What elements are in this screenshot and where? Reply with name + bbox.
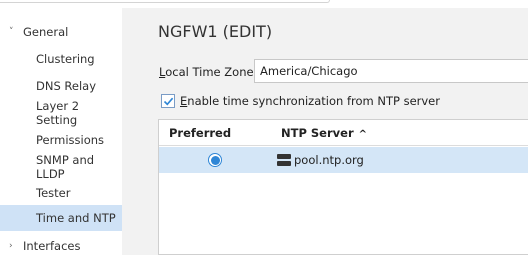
checkmark-icon: [163, 97, 173, 105]
timezone-field[interactable]: America/Chicago: [254, 59, 528, 83]
search-field-edge: [0, 0, 330, 3]
page-title: NGFW1 (EDIT): [158, 22, 273, 41]
column-header-ntp-server[interactable]: NTP Server ^: [281, 126, 367, 140]
sidebar-group-interfaces[interactable]: › Interfaces: [0, 233, 122, 255]
server-icon: [277, 154, 291, 166]
sidebar-item-label: Layer 2 Setting: [36, 99, 80, 127]
column-header-label: NTP Server: [281, 126, 354, 140]
ntp-sync-label-text: nable time synchronization from NTP serv…: [187, 94, 440, 108]
ntp-sync-option[interactable]: Enable time synchronization from NTP ser…: [161, 94, 440, 108]
sidebar: ˅ General Clustering DNS Relay Layer 2 S…: [0, 8, 122, 255]
panel-divider: [122, 8, 142, 255]
timezone-label: Local Time Zone:: [159, 65, 257, 79]
table-header: Preferred NTP Server ^: [159, 120, 528, 146]
sidebar-group-label: General: [23, 25, 69, 39]
top-search-strip: [0, 0, 528, 8]
timezone-label-text: ocal Time Zone:: [165, 65, 258, 79]
sidebar-item-label: DNS Relay: [36, 79, 97, 93]
sidebar-item-label: Permissions: [36, 133, 105, 147]
sidebar-item-label: SNMP and LLDP: [36, 153, 95, 181]
preferred-radio[interactable]: [208, 153, 222, 167]
ntp-sync-label: Enable time synchronization from NTP ser…: [180, 94, 440, 108]
ntp-server-table: Preferred NTP Server ^ pool.ntp.org: [158, 119, 528, 255]
sidebar-item-dns-relay[interactable]: DNS Relay: [0, 73, 122, 99]
column-header-preferred[interactable]: Preferred: [169, 126, 231, 140]
sidebar-item-label: Time and NTP: [36, 211, 116, 225]
sidebar-item-layer2-setting[interactable]: Layer 2 Setting: [0, 99, 122, 127]
sidebar-item-snmp-lldp[interactable]: SNMP and LLDP: [0, 153, 122, 181]
sidebar-group-general[interactable]: ˅ General: [0, 19, 122, 45]
sidebar-group-label: Interfaces: [23, 239, 81, 253]
sidebar-item-label: Tester: [36, 186, 71, 200]
chevron-down-icon: ˅: [9, 27, 14, 37]
edit-panel: NGFW1 (EDIT) Local Time Zone: America/Ch…: [142, 8, 528, 255]
chevron-right-icon: ›: [9, 241, 13, 251]
sort-ascending-icon: ^: [358, 129, 368, 140]
sidebar-item-tester[interactable]: Tester: [0, 180, 122, 206]
sidebar-item-permissions[interactable]: Permissions: [0, 127, 122, 153]
ntp-sync-checkbox[interactable]: [161, 94, 175, 108]
sidebar-item-time-ntp[interactable]: Time and NTP: [0, 205, 122, 231]
ntp-server-value: pool.ntp.org: [294, 153, 364, 167]
sidebar-item-label: Clustering: [36, 52, 95, 66]
radio-dot: [210, 155, 220, 165]
table-row[interactable]: pool.ntp.org: [159, 147, 528, 173]
sidebar-item-clustering[interactable]: Clustering: [0, 46, 122, 72]
